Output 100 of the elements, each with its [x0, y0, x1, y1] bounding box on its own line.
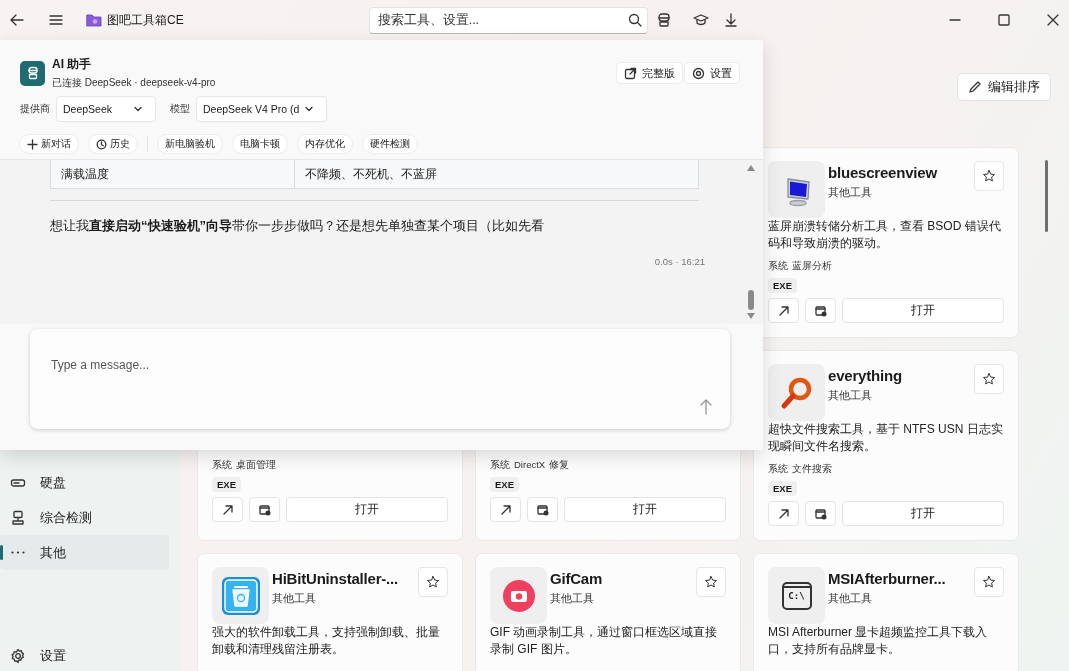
- chevron-down-icon: [133, 104, 143, 114]
- tool-description: 强大的软件卸载工具，支持强制卸载、批量卸载和清理残留注册表。: [212, 624, 441, 658]
- pencil-icon: [968, 80, 982, 94]
- arrow-icon: [777, 507, 790, 520]
- star-icon: [982, 372, 996, 386]
- sidebar-item[interactable]: 硬盘: [0, 465, 169, 500]
- prompt-chip[interactable]: 内存优化: [297, 134, 353, 154]
- run-as-admin-button[interactable]: [249, 497, 280, 522]
- open-button[interactable]: 打开: [842, 298, 1004, 323]
- terminal-icon: C:\: [781, 581, 812, 610]
- run-as-admin-button[interactable]: [805, 298, 836, 323]
- provider-label: 提供商: [20, 102, 50, 116]
- open-location-button[interactable]: [490, 497, 521, 522]
- tool-description: GIF 动画录制工具，通过窗口框选区域直接录制 GIF 图片。: [490, 624, 719, 658]
- tag: 系统: [490, 459, 510, 472]
- assistant-message: 想让我直接启动“快速验机”向导带你一步步做吗？还是想先单独查某个项目（比如先看: [50, 217, 545, 235]
- history-button[interactable]: 历史: [88, 134, 138, 154]
- camera-icon: [501, 578, 536, 613]
- favorite-button[interactable]: [418, 567, 448, 597]
- open-location-button[interactable]: [212, 497, 243, 522]
- tag: 文件搜索: [792, 463, 832, 476]
- chevron-down-icon: [304, 104, 314, 114]
- close-icon[interactable]: [1045, 12, 1061, 28]
- open-location-button[interactable]: [768, 501, 799, 526]
- open-button[interactable]: 打开: [564, 497, 726, 522]
- computer-icon: [10, 509, 26, 526]
- send-arrow-icon[interactable]: [700, 399, 712, 415]
- search-field[interactable]: 搜索工具、设置...: [368, 6, 648, 34]
- favorite-button[interactable]: [974, 364, 1004, 394]
- file-type-badge: EXE: [212, 477, 241, 492]
- history-icon: [96, 138, 107, 150]
- recycle-bin-icon: [220, 575, 261, 616]
- graduation-cap-icon[interactable]: [692, 12, 709, 28]
- tag: 桌面管理: [236, 459, 276, 472]
- scroll-down-icon: [746, 312, 756, 320]
- scroll-up-icon: [746, 164, 756, 172]
- open-button[interactable]: 打开: [286, 497, 448, 522]
- app-folder-icon: [86, 13, 102, 27]
- tool-category: 其他工具: [828, 591, 873, 606]
- star-icon: [704, 575, 718, 589]
- tool-title: bluescreenview: [828, 164, 938, 181]
- window-title: 图吧工具箱CE: [107, 11, 184, 29]
- star-icon: [982, 575, 996, 589]
- table-cell: 不降频、不死机、不蓝屏: [294, 160, 698, 189]
- sidebar-item[interactable]: 其他: [0, 535, 169, 570]
- connection-status: 已连接 DeepSeek · deepseek-v4-pro: [52, 76, 216, 90]
- tool-description: MSI Afterburner 显卡超频监控工具下载入口，支持所有品牌显卡。: [768, 624, 989, 658]
- tool-category: 其他工具: [828, 388, 873, 403]
- external-link-icon: [624, 66, 637, 80]
- arrow-icon: [499, 503, 512, 516]
- model-dropdown[interactable]: DeepSeek V4 Pro (d: [196, 96, 327, 122]
- settings-item[interactable]: 设置: [0, 641, 169, 671]
- menu-icon[interactable]: [48, 12, 64, 28]
- model-label: 模型: [170, 102, 190, 116]
- more-icon: [11, 551, 25, 554]
- tag: 蓝屏分析: [792, 260, 832, 273]
- arrow-icon: [221, 503, 234, 516]
- sidebar-item[interactable]: 综合检测: [0, 500, 169, 535]
- tool-title: everything: [828, 367, 903, 384]
- favorite-button[interactable]: [974, 567, 1004, 597]
- search-icon: [627, 12, 642, 27]
- scrollbar: [748, 290, 754, 310]
- message-time: 0.0s · 16:21: [654, 256, 705, 267]
- new-chat-button[interactable]: 新对话: [19, 134, 79, 154]
- prompt-chip[interactable]: 电脑卡顿: [232, 134, 288, 154]
- back-icon[interactable]: [9, 12, 25, 28]
- maximize-icon[interactable]: [996, 12, 1012, 28]
- tag: 修复: [549, 459, 570, 472]
- tag: 系统: [212, 459, 232, 472]
- star-icon: [426, 575, 440, 589]
- tool-title: MSIAfterburner...: [828, 570, 947, 587]
- panel-title: AI 助手: [52, 56, 93, 73]
- favorite-button[interactable]: [974, 161, 1004, 191]
- tag: 系统: [768, 260, 788, 273]
- tool-title: HiBitUninstaller-...: [272, 570, 399, 587]
- prompt-chip[interactable]: 硬件检测: [362, 134, 418, 154]
- plus-icon: [27, 138, 38, 150]
- message-input[interactable]: Type a message...: [30, 329, 730, 429]
- file-type-badge: EXE: [490, 477, 519, 492]
- open-location-button[interactable]: [768, 298, 799, 323]
- tool-title: GifCam: [550, 570, 604, 587]
- table-cell-text: 满载温度: [60, 167, 110, 182]
- settings-button[interactable]: 设置: [684, 62, 740, 84]
- open-button[interactable]: 打开: [842, 501, 1004, 526]
- scrollbar: [1045, 160, 1048, 232]
- file-type-badge: EXE: [768, 278, 797, 293]
- full-version-button[interactable]: 完整版: [616, 62, 683, 84]
- prompt-chip[interactable]: 新电脑验机: [157, 134, 223, 154]
- tool-description: 蓝屏崩溃转储分析工具，查看 BSOD 错误代码和导致崩溃的驱动。: [768, 218, 1002, 252]
- run-as-admin-button[interactable]: [805, 501, 836, 526]
- tool-category: 其他工具: [272, 591, 317, 606]
- tool-description: 超快文件搜索工具，基于 NTFS USN 日志实现瞬间文件名搜索。: [768, 421, 1004, 455]
- provider-dropdown[interactable]: DeepSeek: [56, 96, 156, 122]
- tool-category: 其他工具: [828, 185, 873, 200]
- favorite-button[interactable]: [696, 567, 726, 597]
- tool-category: 其他工具: [550, 591, 595, 606]
- star-icon: [982, 169, 996, 183]
- file-type-badge: EXE: [768, 481, 797, 496]
- run-as-admin-button[interactable]: [527, 497, 558, 522]
- edit-order-button[interactable]: 编辑排序: [957, 73, 1051, 101]
